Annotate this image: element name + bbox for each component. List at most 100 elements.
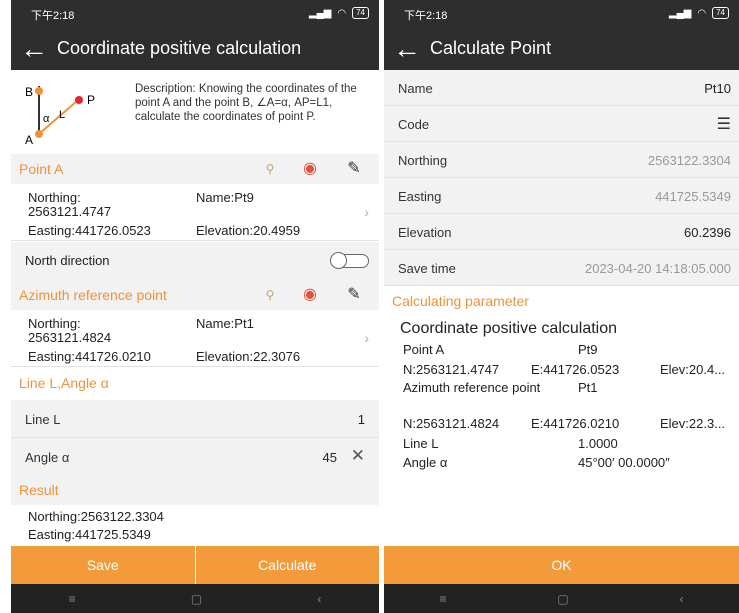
back-arrow-icon[interactable]: ← xyxy=(11,27,57,70)
field-label: Northing xyxy=(398,153,448,168)
field-easting-row: Easting 441725.5349 xyxy=(384,178,739,214)
result-header: Result xyxy=(11,475,379,505)
point-a-name: Name:Pt9 xyxy=(196,190,254,205)
point-library-icon[interactable]: ⚲ xyxy=(257,280,283,310)
param-title: Coordinate positive calculation xyxy=(400,320,618,337)
diagram-label-alpha: α xyxy=(43,113,50,125)
status-time: 下午2:18 xyxy=(404,10,448,22)
signal-icon: ▂▄▆ xyxy=(668,7,692,19)
code-list-icon[interactable]: ☰ xyxy=(717,114,731,134)
param-point-a-label: Point A xyxy=(403,342,445,357)
system-nav-bar: ≡ ▢ ‹ xyxy=(384,584,739,613)
param-point-a-n: N:2563121.4747 xyxy=(403,362,500,377)
status-bar: 下午2:18 ▂▄▆ ◠ 74 xyxy=(11,0,379,27)
param-line-l-label: Line L xyxy=(403,436,439,451)
azimuth-northing-value: 2563121.4824 xyxy=(28,330,112,345)
back-arrow-icon[interactable]: ← xyxy=(384,27,430,70)
point-a-title: Point A xyxy=(19,161,64,177)
bottom-buttons: OK xyxy=(384,546,739,584)
field-value: 2023-04-20 14:18:05.000 xyxy=(584,261,731,276)
result-northing: Northing:2563122.3304 xyxy=(28,509,164,524)
field-code-row[interactable]: Code ☰ xyxy=(384,106,739,142)
field-name-row[interactable]: Name Pt10 xyxy=(384,70,739,106)
point-a-northing-value: 2563121.4747 xyxy=(28,204,112,219)
field-label: Elevation xyxy=(398,225,452,240)
edit-icon[interactable]: ✎ xyxy=(341,280,367,310)
home-icon[interactable]: ▢ xyxy=(557,592,568,606)
back-icon[interactable]: ‹ xyxy=(317,592,321,606)
status-time: 下午2:18 xyxy=(31,10,75,22)
param-line-l-value: 1.0000 xyxy=(578,436,618,451)
field-value: 441725.5349 xyxy=(655,189,731,204)
menu-icon[interactable]: ≡ xyxy=(69,592,76,606)
back-icon[interactable]: ‹ xyxy=(680,592,684,606)
param-point-a-name: Pt9 xyxy=(578,342,598,357)
point-library-icon[interactable]: ⚲ xyxy=(257,154,283,184)
field-label: Save time xyxy=(398,261,456,276)
param-angle-label: Angle α xyxy=(403,455,448,470)
field-label: Easting xyxy=(398,189,442,204)
line-l-row[interactable]: Line L 1 xyxy=(11,400,379,438)
azimuth-title: Azimuth reference point xyxy=(19,287,167,303)
angle-row[interactable]: Angle α 45 ✕ xyxy=(11,438,379,475)
diagram-label-p: P xyxy=(87,93,95,107)
diagram-label-b: B xyxy=(25,85,33,99)
diagram-label-l: L xyxy=(59,109,65,121)
field-value[interactable]: 60.2396 xyxy=(684,225,731,240)
point-a-header: Point A ⚲ ◉ ✎ xyxy=(11,154,379,184)
param-header: Calculating parameter xyxy=(384,286,739,316)
field-savetime-row: Save time 2023-04-20 14:18:05.000 xyxy=(384,250,739,286)
point-a-card[interactable]: Northing: 2563121.4747 Name:Pt9 Easting:… xyxy=(11,184,379,241)
home-icon[interactable]: ▢ xyxy=(191,592,202,606)
geometry-diagram-icon: B A P α L xyxy=(25,85,95,147)
calculate-button[interactable]: Calculate xyxy=(195,546,379,584)
north-direction-toggle[interactable] xyxy=(330,252,369,269)
edit-icon[interactable]: ✎ xyxy=(341,154,367,184)
menu-icon[interactable]: ≡ xyxy=(439,592,446,606)
param-azimuth-elev: Elev:22.3... xyxy=(660,416,726,431)
signal-icon: ▂▄▆ xyxy=(308,7,332,19)
page-title: Calculate Point xyxy=(430,38,552,58)
left-screen: 下午2:18 ▂▄▆ ◠ 74 ← Coordinate positive ca… xyxy=(11,0,379,613)
clear-icon[interactable]: ✕ xyxy=(351,446,365,466)
field-value[interactable]: Pt10 xyxy=(704,81,731,96)
field-value: 2563122.3304 xyxy=(647,153,731,168)
status-icons: ▂▄▆ ◠ 74 xyxy=(669,7,729,19)
description-block: B A P α L Description: Knowing the coord… xyxy=(11,70,379,154)
azimuth-card[interactable]: Northing: 2563121.4824 Name:Pt1 Easting:… xyxy=(11,310,379,367)
field-label: Name xyxy=(398,81,433,96)
param-azimuth-label: Azimuth reference point xyxy=(403,380,541,395)
chevron-right-icon: › xyxy=(364,204,369,220)
azimuth-elevation: Elevation:22.3076 xyxy=(196,349,301,364)
page-title: Coordinate positive calculation xyxy=(57,38,302,58)
line-l-input[interactable]: 1 xyxy=(358,412,365,427)
angle-input[interactable]: 45 xyxy=(323,450,337,465)
bottom-buttons: Save Calculate xyxy=(11,546,379,584)
point-a-easting: Easting:441726.0523 xyxy=(28,223,151,238)
azimuth-name: Name:Pt1 xyxy=(196,316,254,331)
status-icons: ▂▄▆ ◠ 74 xyxy=(309,7,369,19)
wifi-icon: ◠ xyxy=(337,7,347,19)
param-angle-value: 45°00′ 00.0000″ xyxy=(578,455,670,470)
wifi-icon: ◠ xyxy=(697,7,707,19)
point-fields: Name Pt10 Code ☰ Northing 2563122.3304 E… xyxy=(384,70,739,286)
app-bar: ← Coordinate positive calculation xyxy=(11,27,379,70)
diagram-label-a: A xyxy=(25,133,33,147)
location-pin-icon[interactable]: ◉ xyxy=(297,154,323,184)
param-azimuth-e: E:441726.0210 xyxy=(531,416,620,431)
angle-label: Angle α xyxy=(25,450,70,465)
north-direction-label: North direction xyxy=(25,253,110,268)
field-elevation-row[interactable]: Elevation 60.2396 xyxy=(384,214,739,250)
point-a-northing-label: Northing: xyxy=(28,190,81,205)
north-direction-row: North direction xyxy=(11,242,379,280)
field-label: Code xyxy=(398,117,430,132)
location-pin-icon[interactable]: ◉ xyxy=(297,280,323,310)
result-easting: Easting:441725.5349 xyxy=(28,527,151,542)
line-angle-header: Line L,Angle α xyxy=(11,368,379,398)
save-button[interactable]: Save xyxy=(11,546,196,584)
ok-button[interactable]: OK xyxy=(384,546,739,584)
battery-icon: 74 xyxy=(352,7,369,19)
param-point-a-e: E:441726.0523 xyxy=(531,362,620,377)
line-l-label: Line L xyxy=(25,412,61,427)
chevron-right-icon: › xyxy=(364,330,369,346)
